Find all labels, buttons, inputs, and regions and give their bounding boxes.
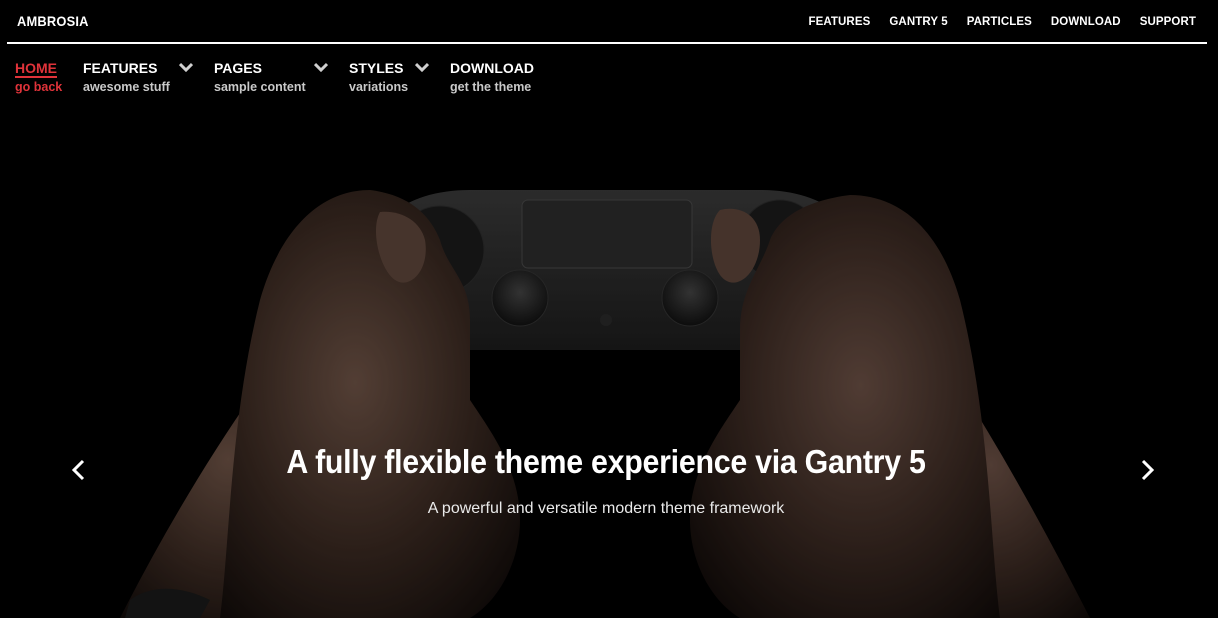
hero-slide [0,0,1218,618]
menu-item-subtitle: awesome stuff [83,80,170,94]
chevron-down-icon [415,62,429,72]
hero-image [0,0,1218,618]
menu-item-subtitle: get the theme [450,80,532,94]
chevron-down-icon [179,62,193,72]
menu-item-title: HOME [15,60,57,76]
menu-item-features[interactable]: FEATURES awesome stuff [83,60,193,96]
menu-item-subtitle: sample content [214,80,306,94]
top-nav-download[interactable]: DOWNLOAD [1051,16,1121,28]
menu-item-title: PAGES [214,60,262,76]
menu-item-title: STYLES [349,60,404,76]
hero-headline: A fully flexible theme experience via Ga… [286,443,926,480]
chevron-left-icon[interactable] [68,458,88,482]
menu-item-home[interactable]: HOME go back [15,60,62,96]
chevron-right-icon[interactable] [1138,458,1158,482]
menu-item-subtitle: variations [349,80,409,94]
menu-item-pages[interactable]: PAGES sample content [214,60,328,96]
top-bar: AMBROSIA FEATURES GANTRY 5 PARTICLES DOW… [0,0,1218,45]
brand-logo[interactable]: AMBROSIA [17,13,89,29]
menu-item-download[interactable]: DOWNLOAD get the theme [450,60,534,96]
menu-item-subtitle: go back [15,80,63,94]
hero-subline: A powerful and versatile modern theme fr… [427,500,785,517]
header-divider [7,42,1207,44]
top-nav-particles[interactable]: PARTICLES [967,16,1032,28]
menu-item-title: DOWNLOAD [450,60,534,76]
top-nav-features[interactable]: FEATURES [808,16,870,28]
top-nav-support[interactable]: SUPPORT [1140,16,1196,28]
menu-item-title: FEATURES [83,60,158,76]
top-nav: FEATURES GANTRY 5 PARTICLES DOWNLOAD SUP… [808,16,1196,28]
menu-item-styles[interactable]: STYLES variations [349,60,429,96]
chevron-down-icon [314,62,328,72]
top-nav-gantry5[interactable]: GANTRY 5 [889,16,947,28]
